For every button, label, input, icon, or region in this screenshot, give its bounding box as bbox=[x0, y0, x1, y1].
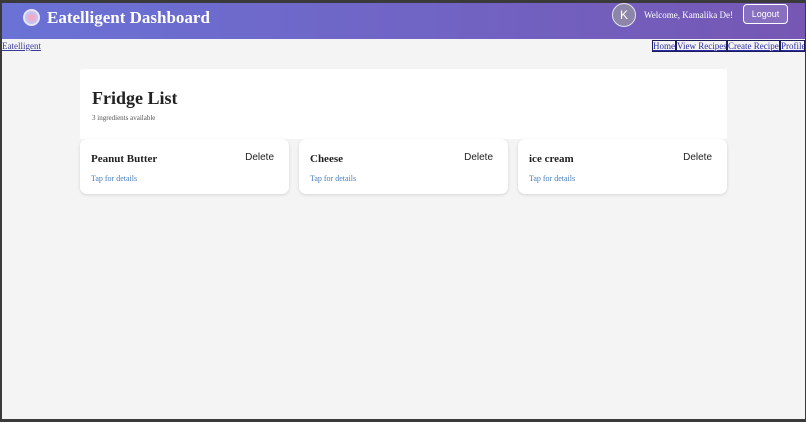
ingredient-card[interactable]: Cheese Delete Tap for details bbox=[299, 139, 508, 194]
delete-button[interactable]: Delete bbox=[245, 152, 274, 164]
ingredient-name: Peanut Butter bbox=[91, 153, 158, 165]
welcome-text: Welcome, Kamalika De! bbox=[644, 10, 733, 20]
details-link[interactable]: Tap for details bbox=[529, 173, 575, 184]
nav-link-create-recipe[interactable]: Create Recipe bbox=[727, 40, 780, 52]
details-link[interactable]: Tap for details bbox=[310, 173, 356, 184]
browser-viewport: Eatelligent Dashboard K Welcome, Kamalik… bbox=[2, 3, 805, 419]
ingredient-card[interactable]: ice cream Delete Tap for details bbox=[518, 139, 727, 194]
nav-brand-link[interactable]: Eatelligent bbox=[2, 40, 41, 52]
nav-link-profile[interactable]: Profile bbox=[780, 40, 805, 52]
fridge-header-panel: Fridge List 3 ingredients available bbox=[80, 69, 727, 139]
app-logo-icon bbox=[23, 9, 40, 26]
app-title: Eatelligent Dashboard bbox=[47, 8, 210, 27]
page-title: Fridge List bbox=[92, 88, 178, 108]
ingredient-count: 3 ingredients available bbox=[92, 114, 156, 122]
ingredient-name: Cheese bbox=[310, 153, 343, 165]
ingredient-card[interactable]: Peanut Butter Delete Tap for details bbox=[80, 139, 289, 194]
avatar[interactable]: K bbox=[612, 3, 636, 27]
delete-button[interactable]: Delete bbox=[683, 152, 712, 164]
app-header: Eatelligent Dashboard K Welcome, Kamalik… bbox=[2, 3, 805, 39]
delete-button[interactable]: Delete bbox=[464, 152, 493, 164]
nav-link-view-recipes[interactable]: View Recipes bbox=[676, 40, 727, 52]
nav-links: Home View Recipes Create Recipe Profile bbox=[652, 40, 805, 52]
details-link[interactable]: Tap for details bbox=[91, 173, 137, 184]
logout-button[interactable]: Logout bbox=[743, 4, 788, 24]
nav-link-home[interactable]: Home bbox=[652, 40, 676, 52]
ingredient-name: ice cream bbox=[529, 153, 574, 165]
